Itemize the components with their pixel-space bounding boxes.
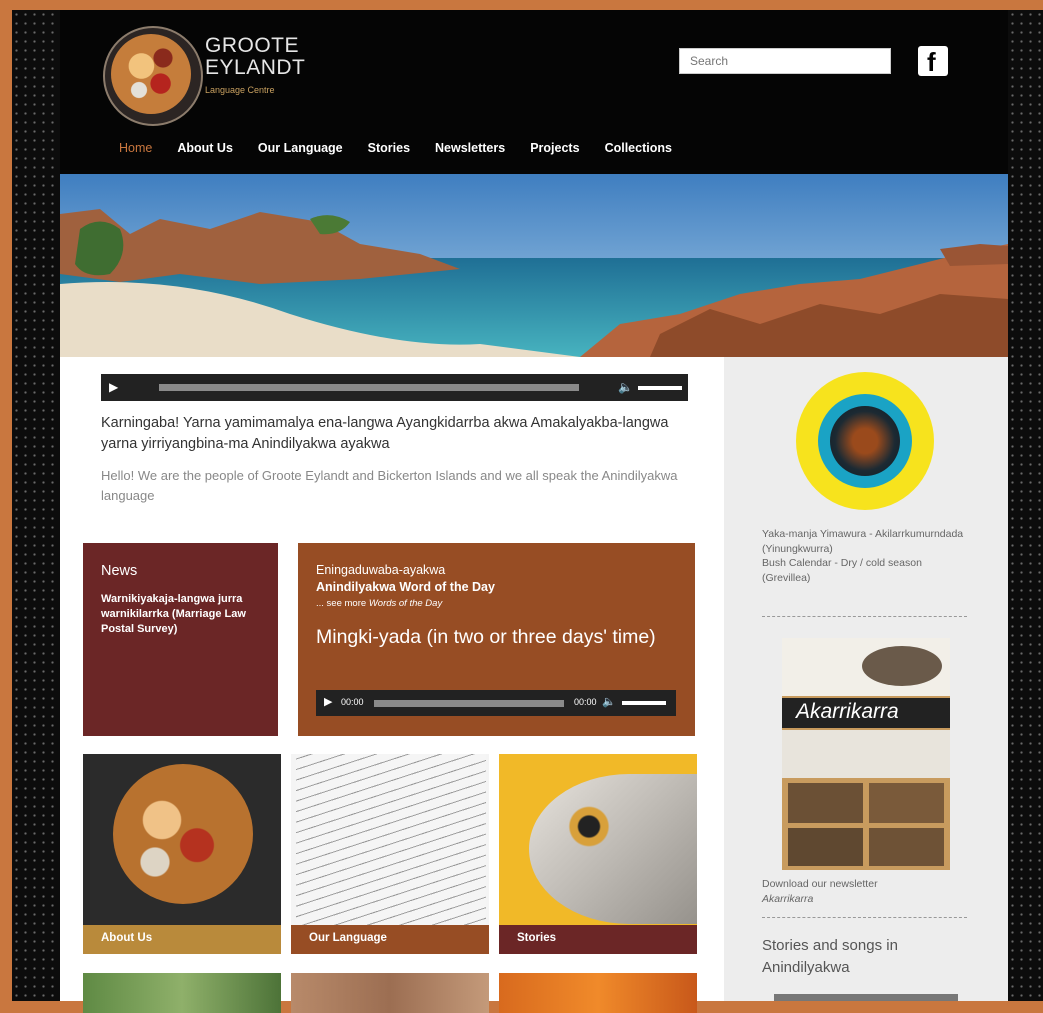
- tile-caption: Stories: [499, 925, 697, 954]
- tile-image-rocks[interactable]: [291, 973, 489, 1013]
- news-link[interactable]: Warnikiyakaja-langwa jurra warnikilarrka…: [101, 592, 266, 637]
- intro-english: Hello! We are the people of Groote Eylan…: [101, 468, 678, 503]
- logo-line-3: Language Centre: [205, 85, 275, 95]
- hero-banner-image: [60, 174, 1008, 357]
- facebook-icon[interactable]: f: [918, 46, 948, 77]
- download-text: Download our newsletter: [762, 878, 878, 890]
- calendar-caption-line-2: Bush Calendar - Dry / cold season (Grevi…: [762, 557, 922, 584]
- audio-progress-bar[interactable]: [159, 384, 579, 391]
- newsletter-cover-image[interactable]: Akarrikarra: [782, 638, 950, 870]
- volume-icon[interactable]: 🔈: [618, 380, 633, 394]
- calendar-caption-line-1: Yaka-manja Yimawura - Akilarrkumurndada …: [762, 528, 964, 555]
- divider: [762, 616, 967, 617]
- play-icon[interactable]: ▶: [109, 380, 118, 394]
- search-input[interactable]: [679, 48, 891, 74]
- linguistics-logo-icon: [113, 764, 253, 904]
- audio-progress-bar[interactable]: [374, 700, 564, 707]
- bush-calendar-icon[interactable]: [796, 372, 934, 510]
- site-logo-icon[interactable]: [103, 26, 203, 126]
- audio-player[interactable]: ▶ 🔈: [101, 374, 688, 401]
- logo-line-2: EYLANDT: [205, 56, 306, 79]
- tile-our-language[interactable]: Our Language: [291, 754, 489, 954]
- decorative-border-left: [12, 10, 60, 1001]
- newsletter-caption: Download our newsletter Akarrikarra: [762, 877, 972, 906]
- main-content: ▶ 🔈 Karningaba! Yarna yamimamalya ena-la…: [60, 357, 724, 1013]
- word-of-the-day-panel: Eningaduwaba-ayakwa Anindilyakwa Word of…: [298, 543, 695, 736]
- calendar-caption[interactable]: Yaka-manja Yimawura - Akilarrkumurndada …: [762, 527, 972, 585]
- tile-stories[interactable]: Stories: [499, 754, 697, 954]
- tile-about-us[interactable]: About Us: [83, 754, 281, 954]
- news-panel[interactable]: News Warnikiyakaja-langwa jurra warnikil…: [83, 543, 278, 736]
- decorative-border-right: [1008, 10, 1043, 1001]
- wotd-see-more: ... see more Words of the Day: [316, 598, 442, 609]
- nav-item-about-us[interactable]: About Us: [177, 141, 233, 155]
- wotd-phrase: Mingki-yada (in two or three days' time): [316, 626, 656, 648]
- page-container: GROOTE EYLANDT Language Centre f Home Ab…: [60, 10, 1008, 1013]
- tile-image-flower[interactable]: [499, 973, 697, 1013]
- wotd-audio-player[interactable]: ▶ 00:00 00:00 🔈: [316, 690, 676, 716]
- volume-slider[interactable]: [638, 386, 682, 390]
- wotd-see-more-prefix: ... see more: [316, 598, 369, 609]
- news-title: News: [101, 563, 138, 579]
- site-logo-text[interactable]: GROOTE EYLANDT Language Centre: [205, 34, 306, 96]
- audio-current-time: 00:00: [341, 697, 364, 707]
- divider: [762, 917, 967, 918]
- document-text-image: [296, 754, 486, 925]
- nav-item-projects[interactable]: Projects: [530, 141, 579, 155]
- intro-anindilyakwa: Karningaba! Yarna yamimamalya ena-langwa…: [101, 415, 669, 452]
- volume-icon[interactable]: 🔈: [602, 695, 616, 708]
- nav-item-home[interactable]: Home: [119, 141, 152, 155]
- tile-image-forest[interactable]: [83, 973, 281, 1013]
- newsletter-title: Akarrikarra: [796, 700, 899, 723]
- nav-item-our-language[interactable]: Our Language: [258, 141, 343, 155]
- nav-item-newsletters[interactable]: Newsletters: [435, 141, 505, 155]
- sidebar: Yaka-manja Yimawura - Akilarrkumurndada …: [724, 357, 1008, 1001]
- hawk-image: [529, 774, 697, 924]
- audio-duration: 00:00: [574, 697, 597, 707]
- main-nav: Home About Us Our Language Stories Newsl…: [119, 141, 697, 155]
- tile-caption: About Us: [83, 925, 281, 954]
- wotd-see-more-link[interactable]: Words of the Day: [369, 598, 442, 609]
- play-icon[interactable]: ▶: [324, 695, 332, 708]
- nav-item-collections[interactable]: Collections: [605, 141, 672, 155]
- wotd-heading-english: Anindilyakwa Word of the Day: [316, 580, 495, 594]
- stories-songs-heading: Stories and songs in Anindilyakwa: [762, 937, 898, 976]
- stories-thumbnail[interactable]: [774, 994, 958, 1001]
- download-link[interactable]: Akarrikarra: [762, 892, 972, 907]
- tile-caption: Our Language: [291, 925, 489, 954]
- logo-line-1: GROOTE: [205, 34, 300, 57]
- volume-slider[interactable]: [622, 701, 666, 705]
- nav-item-stories[interactable]: Stories: [368, 141, 410, 155]
- wotd-heading-anindilyakwa: Eningaduwaba-ayakwa: [316, 563, 446, 577]
